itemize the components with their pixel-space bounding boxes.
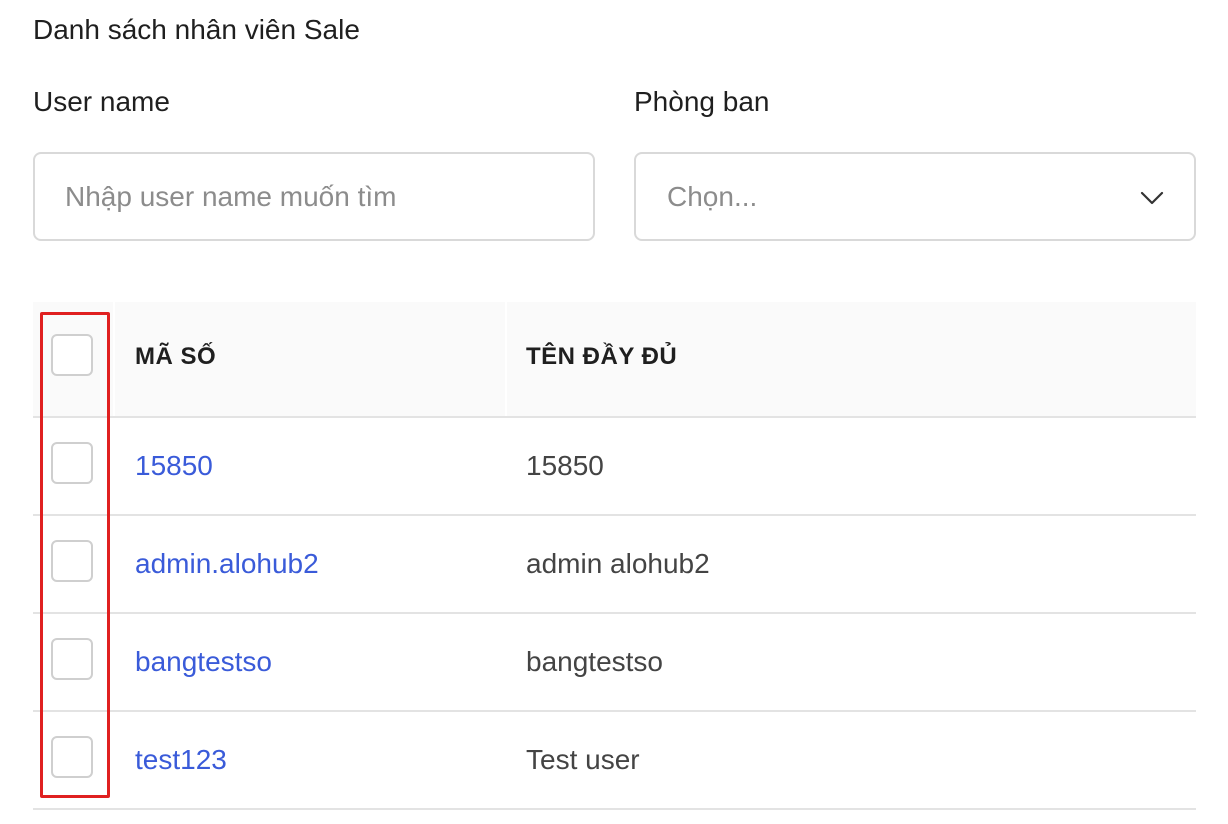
page: Danh sách nhân viên Sale User name Phòng… [0,0,1228,824]
chevron-down-icon [1140,191,1164,205]
staff-full-name: admin alohub2 [526,548,710,579]
department-select[interactable]: Chọn... [634,152,1196,241]
username-label: User name [33,86,170,117]
row-checkbox[interactable] [51,638,93,680]
staff-code-link[interactable]: bangtestso [135,644,272,680]
row-checkbox[interactable] [51,736,93,778]
row-checkbox[interactable] [51,442,93,484]
staff-full-name: Test user [526,744,640,775]
department-label: Phòng ban [634,86,770,117]
username-search-input[interactable] [33,152,595,241]
row-checkbox[interactable] [51,540,93,582]
table-header: MÃ SỐ TÊN ĐẦY ĐỦ [33,302,1196,418]
header-column-separator [113,302,115,416]
page-title: Danh sách nhân viên Sale [33,14,360,45]
table-row: test123 Test user [33,712,1196,810]
column-header-code[interactable]: MÃ SỐ [135,339,216,375]
column-header-full-name[interactable]: TÊN ĐẦY ĐỦ [526,339,677,375]
sales-staff-table: MÃ SỐ TÊN ĐẦY ĐỦ 15850 15850 admin.alohu… [33,302,1196,810]
department-select-value: Chọn... [667,181,758,212]
staff-code-link[interactable]: 15850 [135,448,213,484]
header-column-separator [505,302,507,416]
table-row: admin.alohub2 admin alohub2 [33,516,1196,614]
staff-full-name: bangtestso [526,646,663,677]
staff-full-name: 15850 [526,450,604,481]
table-row: 15850 15850 [33,418,1196,516]
staff-code-link[interactable]: admin.alohub2 [135,546,319,582]
staff-code-link[interactable]: test123 [135,742,227,778]
table-row: bangtestso bangtestso [33,614,1196,712]
select-all-checkbox[interactable] [51,334,93,376]
